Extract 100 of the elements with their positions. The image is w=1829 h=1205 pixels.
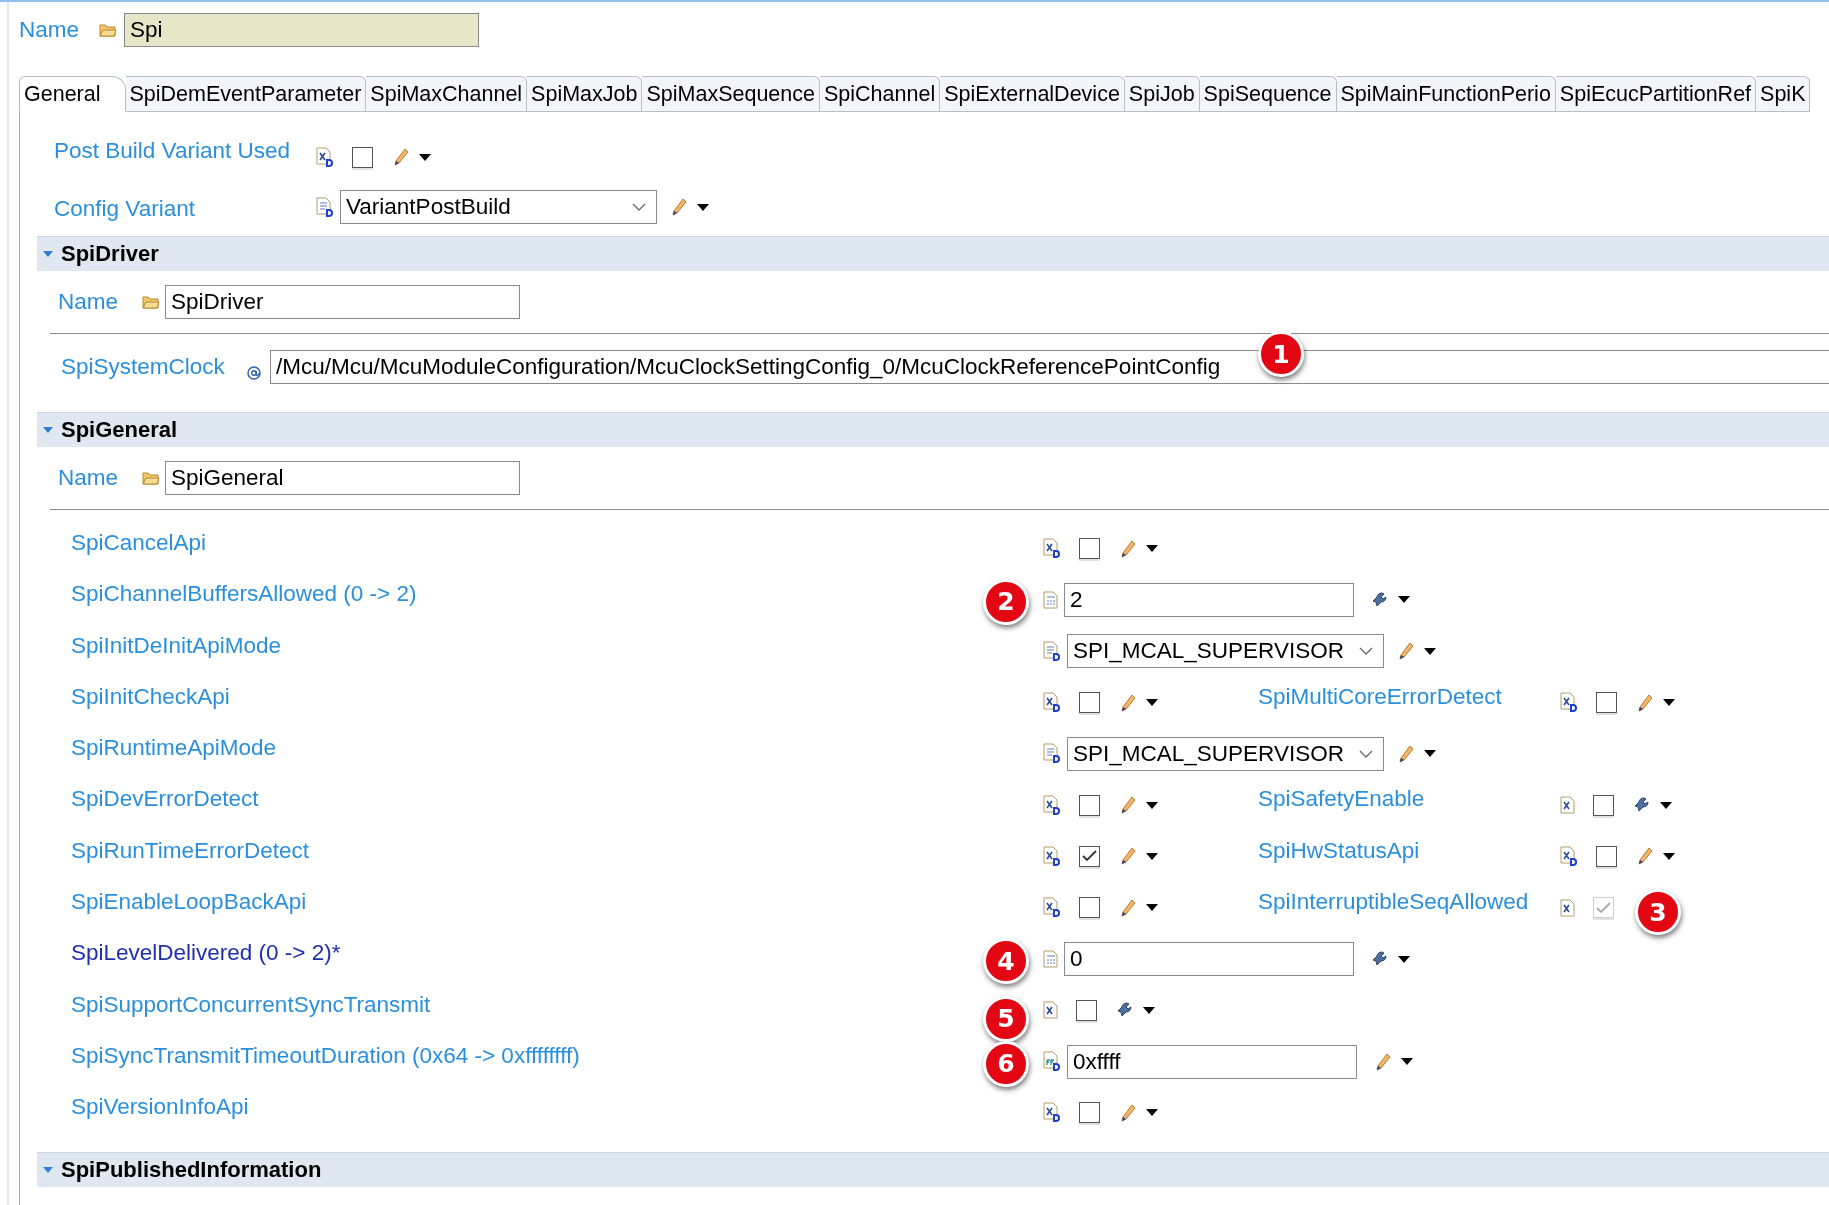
checkbox[interactable] (1079, 897, 1100, 919)
dropdown-caret-icon[interactable] (1424, 647, 1436, 655)
tab[interactable]: SpiExternalDevice (940, 76, 1125, 112)
dropdown-field[interactable]: VariantPostBuild (340, 190, 657, 224)
pencil-icon[interactable] (1120, 796, 1136, 815)
name-field[interactable]: SpiDriver (165, 285, 520, 319)
parameter-label: SpiInitCheckApi (71, 682, 230, 710)
checkbox[interactable] (352, 146, 373, 168)
dropdown-caret-icon[interactable] (1401, 1058, 1413, 1066)
pencil-icon[interactable] (1120, 847, 1136, 866)
pencil-icon[interactable] (1375, 1052, 1391, 1071)
pencil-icon[interactable] (1637, 847, 1653, 866)
checkbox[interactable] (1079, 845, 1100, 867)
name-field[interactable]: Spi (124, 13, 479, 47)
input-field[interactable]: 0xffff (1067, 1044, 1357, 1079)
callout-badge: 1 (1258, 331, 1304, 377)
dropdown-caret-icon[interactable] (1660, 801, 1672, 809)
tab[interactable]: SpiEcucPartitionRef (1555, 76, 1757, 112)
chevron-icon (1359, 749, 1373, 758)
dropdown-caret-icon[interactable] (419, 153, 431, 161)
parameter-label: SpiRuntimeApiMode (71, 734, 277, 762)
parameter-label: SpiMultiCoreErrorDetect (1258, 682, 1502, 710)
checkbox[interactable] (1593, 794, 1614, 816)
checkbox[interactable] (1079, 538, 1100, 560)
dropdown-caret-icon[interactable] (1146, 904, 1158, 912)
collapse-icon[interactable] (43, 425, 53, 435)
tab[interactable]: SpiMaxJob (527, 76, 643, 112)
parameter-label: SpiInterruptibleSeqAllowed (1258, 888, 1529, 916)
tab[interactable]: SpiDemEventParameter (125, 76, 367, 112)
dropdown-caret-icon[interactable] (1146, 699, 1158, 707)
dropdown-caret-icon[interactable] (1143, 1006, 1155, 1014)
checkbox[interactable] (1076, 999, 1097, 1021)
pencil-icon[interactable] (393, 148, 409, 166)
parameter-label: SpiEnableLoopBackApi (71, 888, 307, 916)
document-icon (1043, 950, 1058, 968)
checkbox[interactable] (1079, 794, 1100, 816)
tab[interactable]: SpiSequence (1199, 76, 1337, 112)
checkbox[interactable] (1596, 845, 1617, 867)
wrench-icon[interactable] (1372, 591, 1388, 608)
tab[interactable]: SpiK (1756, 76, 1811, 112)
tab[interactable]: SpiMaxSequence (642, 76, 820, 112)
pencil-icon[interactable] (1120, 693, 1136, 712)
parameter-label: Config Variant (54, 195, 196, 222)
folder-icon (142, 471, 160, 485)
wrench-icon[interactable] (1634, 797, 1650, 814)
dropdown-caret-icon[interactable] (1663, 852, 1675, 860)
parameter-label: SpiRunTimeErrorDetect (71, 836, 309, 864)
name-field[interactable]: SpiGeneral (165, 461, 520, 495)
pencil-icon[interactable] (1120, 1103, 1136, 1122)
pencil-icon[interactable] (671, 198, 687, 216)
pencil-icon[interactable] (1398, 744, 1414, 763)
tab[interactable]: SpiChannel (820, 76, 941, 112)
dropdown-caret-icon[interactable] (1146, 1109, 1158, 1117)
parameter-label: SpiSyncTransmitTimeoutDuration (0x64 -> 0xffffffff) (71, 1041, 580, 1069)
parameter-label: SpiSafetyEnable (1258, 785, 1425, 813)
input-field[interactable]: 0 (1064, 942, 1354, 976)
tab[interactable]: SpiJob (1124, 76, 1200, 112)
document-icon (1043, 590, 1058, 609)
dropdown-caret-icon[interactable] (1398, 596, 1410, 604)
section-header[interactable]: SpiGeneral (37, 412, 1829, 447)
reference-icon (246, 365, 262, 381)
checkbox[interactable] (1079, 1102, 1100, 1124)
collapse-icon[interactable] (43, 1164, 53, 1175)
parameter-label: SpiCancelApi (71, 529, 207, 556)
pencil-icon[interactable] (1120, 539, 1136, 558)
reference-label: SpiSystemClock (61, 354, 226, 380)
dropdown-field[interactable]: SPI_MCAL_SUPERVISOR (1067, 634, 1384, 669)
tab[interactable]: SpiMaxChannel (366, 76, 528, 112)
tab[interactable]: SpiMainFunctionPerio (1336, 76, 1556, 112)
name-label: Name (58, 289, 120, 315)
input-field[interactable]: 2 (1064, 582, 1354, 617)
wrench-icon[interactable] (1372, 951, 1388, 967)
checkbox[interactable] (1596, 692, 1617, 714)
dropdown-caret-icon[interactable] (1424, 750, 1436, 758)
document-icon (1043, 640, 1061, 662)
section-header[interactable]: SpiPublishedInformation (37, 1151, 1829, 1187)
pencil-icon[interactable] (1637, 693, 1653, 712)
dropdown-caret-icon[interactable] (1146, 801, 1158, 809)
document-icon (316, 196, 334, 218)
checkbox[interactable] (1079, 692, 1100, 714)
document-icon (1043, 743, 1061, 765)
pencil-icon[interactable] (1398, 642, 1414, 661)
pencil-icon[interactable] (1120, 898, 1136, 917)
section-header[interactable]: SpiDriver (37, 236, 1829, 271)
dropdown-caret-icon[interactable] (1663, 699, 1675, 707)
wrench-icon[interactable] (1117, 1002, 1133, 1019)
dropdown-field[interactable]: SPI_MCAL_SUPERVISOR (1067, 736, 1384, 771)
dropdown-caret-icon[interactable] (1146, 852, 1158, 860)
chevron-icon (632, 203, 646, 211)
collapse-icon[interactable] (43, 249, 53, 259)
tab[interactable]: General (19, 76, 126, 112)
parameter-label: Post Build Variant Used (54, 137, 291, 164)
parameter-label: SpiVersionInfoApi (71, 1093, 249, 1121)
dropdown-caret-icon[interactable] (1146, 545, 1158, 553)
dropdown-caret-icon[interactable] (697, 203, 709, 211)
callout-badge: 4 (983, 938, 1029, 984)
chevron-icon (1359, 647, 1373, 656)
folder-icon (142, 295, 160, 309)
dropdown-caret-icon[interactable] (1398, 955, 1410, 963)
folder-icon (99, 23, 117, 37)
